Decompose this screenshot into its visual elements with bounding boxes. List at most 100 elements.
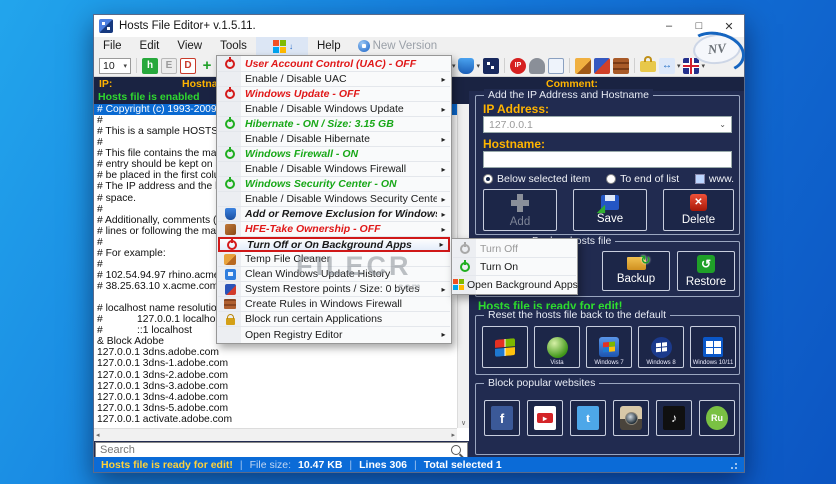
submenu-item[interactable]: Open Background Apps — [453, 276, 578, 293]
search-icon[interactable] — [451, 445, 461, 455]
cleaner-broom-icon[interactable] — [574, 57, 591, 74]
hosts-green-button[interactable]: h — [142, 57, 158, 74]
submenu-item[interactable]: Turn Off — [453, 240, 576, 258]
menu-item[interactable]: Enable / Disable Windows Security Center… — [218, 192, 450, 207]
resize-window-icon[interactable]: ↔ — [658, 57, 675, 74]
submenu-arrow-icon: ▸ — [441, 209, 446, 219]
menu-item[interactable]: Windows Firewall - ON — [218, 147, 450, 162]
hostname-input[interactable] — [483, 151, 732, 168]
hosts-row[interactable]: 127.0.0.1 3dns-3.adobe.com — [94, 381, 457, 392]
menu-item[interactable]: Enable / Disable Hibernate ▸ — [218, 132, 450, 147]
save-button[interactable]: Save — [573, 189, 647, 231]
menu-item[interactable]: Enable / Disable Windows Firewall ▸ — [218, 162, 450, 177]
dns-red-button[interactable]: D — [180, 57, 196, 74]
menu-item[interactable]: Hibernate - ON / Size: 3.15 GB — [218, 117, 450, 132]
menu-item-icon — [224, 208, 236, 220]
menu-item[interactable]: Windows Update - OFF — [218, 87, 450, 102]
resize-grip[interactable] — [729, 460, 737, 469]
menu-view[interactable]: View — [168, 37, 211, 55]
windows-tweaks-menu: User Account Control (UAC) - OFF Enable … — [216, 55, 452, 344]
submenu-arrow-icon: ▸ — [439, 240, 444, 249]
menu-item-icon — [225, 313, 235, 325]
menu-item[interactable]: System Restore points / Size: 0 bytes ▸ — [218, 282, 450, 297]
menu-item[interactable]: Windows Security Center - ON — [218, 177, 450, 192]
anonymous-icon[interactable] — [528, 57, 545, 74]
ip-address-icon[interactable]: IP — [509, 57, 526, 74]
add-line-button[interactable]: + — [199, 57, 215, 74]
status-size-label: File size: — [249, 458, 292, 471]
menu-item[interactable]: Enable / Disable Windows Update ▸ — [218, 102, 450, 117]
menu-item[interactable]: HFE-Take Ownership - OFF ▸ — [218, 222, 450, 237]
submenu-item[interactable]: Turn On — [453, 258, 576, 276]
menu-item-icon — [224, 223, 236, 235]
chevron-down-icon: ⌄ — [719, 120, 726, 129]
reset-windows-button[interactable]: Vista — [534, 326, 580, 368]
menu-item[interactable]: Temp File Cleaner — [218, 252, 450, 267]
window-frame-icon[interactable] — [547, 57, 564, 74]
chevron-down-icon[interactable]: ▾ — [452, 62, 456, 70]
radio-end-of-list[interactable] — [606, 174, 617, 184]
hosts-row[interactable]: 127.0.0.1 3dns.adobe.com — [94, 347, 457, 358]
menu-item[interactable]: User Account Control (UAC) - OFF — [218, 57, 450, 72]
www-label: www. — [708, 173, 734, 185]
editor-disabled-button[interactable]: E — [161, 57, 177, 74]
submenu-item-icon — [460, 261, 470, 272]
backup-button[interactable]: ↻ Backup — [602, 251, 670, 291]
system-restore-icon[interactable] — [593, 57, 610, 74]
chevron-down-icon[interactable]: ▾ — [476, 62, 480, 70]
menu-item[interactable]: Add or Remove Exclusion for Windows Defe… — [218, 207, 450, 222]
menu-file[interactable]: File — [94, 37, 131, 55]
windows-version-icon — [650, 336, 672, 358]
block-site-button[interactable]: ♪ — [656, 400, 692, 436]
menu-item[interactable]: Block run certain Applications — [218, 312, 450, 327]
block-site-button[interactable] — [613, 400, 649, 436]
menu-tools[interactable]: Tools — [211, 37, 256, 55]
menu-item[interactable]: Enable / Disable UAC ▸ — [218, 72, 450, 87]
horizontal-scrollbar[interactable]: ◂ ▸ — [94, 428, 457, 441]
hosts-row[interactable]: 127.0.0.1 3dns-1.adobe.com — [94, 358, 457, 369]
menu-item-icon — [224, 299, 236, 309]
delete-x-icon: ✕ — [690, 194, 707, 211]
hosts-row[interactable]: 127.0.0.1 3dns-5.adobe.com — [94, 403, 457, 414]
block-site-button[interactable]: t — [570, 400, 606, 436]
scroll-down-icon[interactable]: ∨ — [458, 419, 469, 427]
radio-below-selected[interactable] — [483, 174, 493, 184]
hosts-row[interactable]: 127.0.0.1 3dns-2.adobe.com — [94, 370, 457, 381]
menu-bar: File Edit View Tools ↓ Help New Version — [94, 37, 744, 55]
font-size-combobox[interactable]: 10 ▾ — [99, 57, 131, 74]
scroll-right-icon[interactable]: ▸ — [451, 431, 455, 439]
delete-button[interactable]: ✕ Delete — [663, 189, 734, 231]
reset-windows-button[interactable]: Windows 7 — [586, 326, 632, 368]
ip-address-combobox[interactable]: 127.0.0.1 ⌄ — [483, 116, 732, 133]
block-site-button[interactable]: f — [484, 400, 520, 436]
menu-new-version[interactable]: New Version — [373, 40, 446, 52]
hosts-row[interactable]: 127.0.0.1 3dns-4.adobe.com — [94, 392, 457, 403]
restore-button[interactable]: ↺ Restore — [677, 251, 735, 291]
lock-icon[interactable] — [639, 56, 656, 72]
search-box[interactable] — [95, 442, 468, 458]
title-bar[interactable]: Hosts File Editor+ v.1.5.11. – □ ✕ — [94, 15, 744, 37]
menu-item[interactable]: Create Rules in Windows Firewall — [218, 297, 450, 312]
block-site-button[interactable] — [527, 400, 563, 436]
www-checkbox[interactable] — [694, 174, 705, 184]
menu-windows-tweaks[interactable]: ↓ — [255, 37, 308, 55]
menu-item[interactable]: Turn Off or On Background Apps ▸ — [218, 237, 450, 252]
menu-help[interactable]: Help — [308, 37, 350, 55]
menu-item[interactable]: Clean Windows Update History — [218, 267, 450, 282]
window-title: Hosts File Editor+ v.1.5.11. — [119, 20, 256, 32]
block-site-button[interactable]: Ru — [699, 400, 735, 436]
chevron-down-icon[interactable]: ▾ — [677, 62, 681, 70]
hosts-row[interactable]: 127.0.0.1 activate.adobe.com — [94, 414, 457, 425]
scroll-left-icon[interactable]: ◂ — [96, 431, 100, 439]
firewall-rules-icon[interactable] — [612, 57, 629, 74]
shield-icon[interactable] — [458, 57, 475, 74]
reset-windows-button[interactable]: Windows 8 — [638, 326, 684, 368]
menu-edit[interactable]: Edit — [131, 37, 169, 55]
search-input[interactable] — [96, 444, 451, 456]
reset-windows-button[interactable] — [482, 326, 528, 368]
reset-windows-button[interactable]: Windows 10/11 — [690, 326, 736, 368]
minimize-button[interactable]: – — [654, 15, 684, 37]
add-button[interactable]: Add — [483, 189, 557, 231]
background-apps-icon[interactable] — [482, 57, 499, 74]
menu-item[interactable]: Open Registry Editor ▸ — [218, 327, 450, 342]
